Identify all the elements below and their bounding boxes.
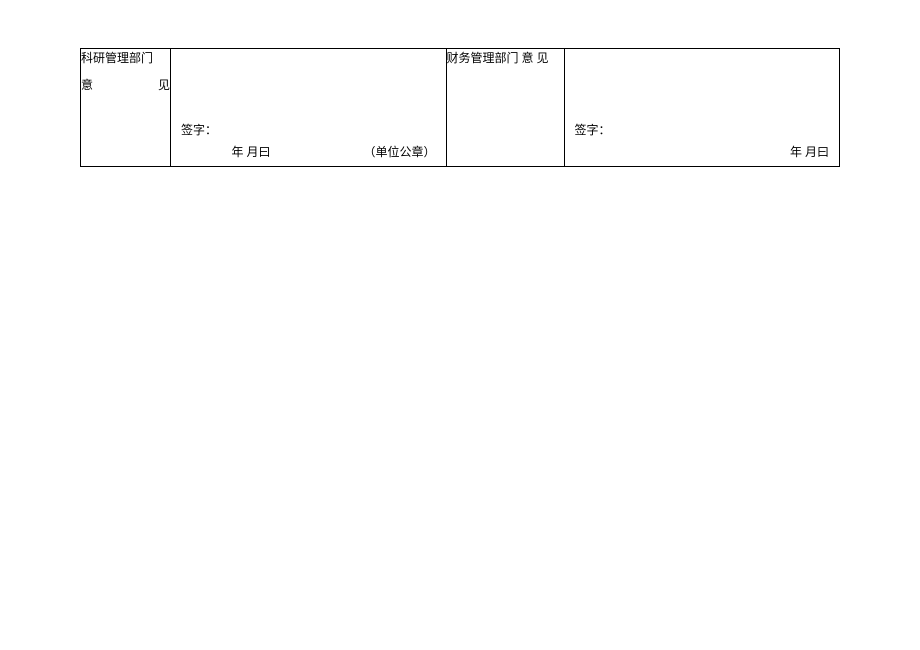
finance-date-text: 年 月曰 <box>790 145 829 159</box>
research-dept-label-cell: 科研管理部门 意 见 <box>81 49 171 167</box>
research-dept-line2: 意 见 <box>81 76 170 93</box>
research-date-text: 年 月曰 <box>231 145 270 159</box>
finance-dept-signature-cell: 签字： 年 月曰 <box>564 49 840 167</box>
finance-dept-label-cell: 财务管理部门 意 见 <box>446 49 564 167</box>
research-seal-text: （单位公章） <box>363 145 435 159</box>
finance-date-line: 年 月曰 <box>790 143 829 160</box>
approval-table: 科研管理部门 意 见 签字： 年 月曰 （单位公章） 财务管理部门 意 见 签字… <box>80 48 840 167</box>
research-dept-signature-cell: 签字： 年 月曰 （单位公章） <box>171 49 447 167</box>
finance-sign-label: 签字： <box>575 121 611 138</box>
research-date-seal-line: 年 月曰 （单位公章） <box>231 143 435 160</box>
research-sign-label: 签字： <box>181 121 217 138</box>
finance-dept-label: 财务管理部门 意 见 <box>447 49 564 68</box>
research-dept-line1: 科研管理部门 <box>81 49 170 66</box>
table-row: 科研管理部门 意 见 签字： 年 月曰 （单位公章） 财务管理部门 意 见 签字… <box>81 49 840 167</box>
document-page: 科研管理部门 意 见 签字： 年 月曰 （单位公章） 财务管理部门 意 见 签字… <box>0 0 920 167</box>
